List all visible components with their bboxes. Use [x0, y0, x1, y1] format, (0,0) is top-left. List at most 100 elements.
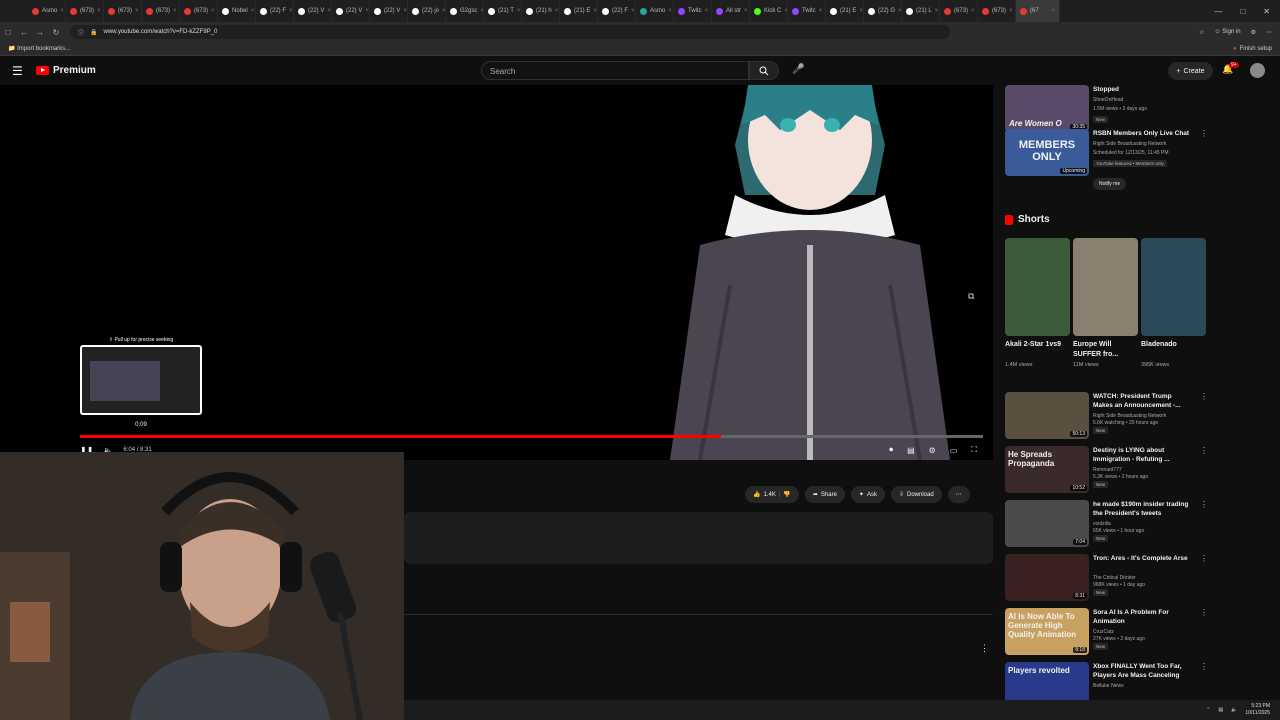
tab-close-icon[interactable]: ×: [173, 8, 177, 14]
browser-tab[interactable]: Twitc ×: [674, 0, 712, 22]
channel-name[interactable]: Right Side Broadcasting Network: [1093, 141, 1166, 147]
channel-name[interactable]: Right Side Broadcasting Network: [1093, 413, 1166, 419]
download-button[interactable]: ⇩ Download: [890, 486, 942, 503]
video-thumbnail[interactable]: Players revolted: [1005, 662, 1089, 700]
more-options-icon[interactable]: ⋮: [1200, 129, 1208, 138]
short-title[interactable]: Akali 2-Star 1vs9: [1005, 340, 1070, 360]
browser-menu-icon[interactable]: ⋯: [1266, 29, 1272, 36]
browser-tab[interactable]: (22) V ×: [332, 0, 370, 22]
short-item[interactable]: Bladenado 395K views: [1141, 238, 1206, 368]
url-field[interactable]: ⓘ 🔒 www.youtube.com/watch?v=FD-kZZF9P_0: [70, 25, 950, 39]
captions-icon[interactable]: ▤: [907, 446, 915, 455]
tab-close-icon[interactable]: ×: [668, 8, 672, 14]
more-options-icon[interactable]: ⋮: [1200, 392, 1208, 401]
share-button[interactable]: ➦ Share: [804, 486, 845, 503]
tab-close-icon[interactable]: ×: [898, 8, 901, 14]
browser-tab[interactable]: (673) ×: [940, 0, 978, 22]
tab-close-icon[interactable]: ×: [971, 8, 975, 14]
more-options-icon[interactable]: ⋮: [1200, 446, 1208, 455]
tab-close-icon[interactable]: ×: [403, 8, 407, 14]
recommendation-item[interactable]: 8:31 Tron: Ares - It's Complete Arse The C…: [1005, 554, 1210, 608]
browser-tab[interactable]: (21) L ×: [902, 0, 940, 22]
tab-close-icon[interactable]: ×: [744, 8, 748, 14]
more-options-icon[interactable]: ⋮: [1200, 608, 1208, 617]
ask-button[interactable]: ✦ Ask: [850, 486, 885, 503]
browser-tab[interactable]: (67 ×: [1016, 0, 1060, 22]
tab-close-icon[interactable]: ×: [859, 8, 863, 14]
browser-tab[interactable]: (22) F ×: [598, 0, 636, 22]
tab-close-icon[interactable]: ×: [593, 8, 597, 14]
autoplay-toggle[interactable]: ⏺: [889, 445, 893, 455]
recommendation-item[interactable]: AI Is Now Able To Generate High Quality …: [1005, 608, 1210, 662]
more-options-icon[interactable]: ⋮: [1200, 500, 1208, 509]
browser-tab[interactable]: (22) F ×: [256, 0, 294, 22]
short-title[interactable]: Europe Will SUFFER fro...: [1073, 340, 1138, 360]
theater-mode-icon[interactable]: ▭: [950, 446, 958, 455]
tab-close-icon[interactable]: ×: [442, 8, 445, 14]
browser-tab[interactable]: (21) E ×: [560, 0, 598, 22]
tab-close-icon[interactable]: ×: [631, 8, 635, 14]
browser-tab[interactable]: (673) ×: [180, 0, 218, 22]
video-thumbnail[interactable]: 7:04: [1005, 500, 1089, 547]
close-icon[interactable]: ✕: [1263, 7, 1270, 16]
short-thumbnail[interactable]: [1141, 238, 1206, 336]
video-title[interactable]: RSBN Members Only Live Chat: [1093, 129, 1193, 138]
browser-tab[interactable]: Twitc ×: [788, 0, 826, 22]
microphone-icon[interactable]: 🎤: [792, 64, 804, 75]
tab-close-icon[interactable]: ×: [211, 8, 215, 14]
network-icon[interactable]: ▤: [1218, 707, 1223, 713]
notify-me-button[interactable]: Notify me: [1093, 178, 1127, 190]
description-box[interactable]: [404, 512, 993, 564]
more-actions-button[interactable]: ⋯: [947, 486, 970, 503]
tab-close-icon[interactable]: ×: [135, 8, 139, 14]
comment-more-icon[interactable]: ⋮: [980, 643, 989, 654]
finish-setup-button[interactable]: ● Finish setup: [1233, 46, 1280, 52]
browser-tab[interactable]: G2gsc ×: [446, 0, 484, 22]
recommendation-item[interactable]: He Spreads Propaganda 10:52 Destiny is LYI…: [1005, 446, 1210, 500]
extensions-icon[interactable]: ⚙: [1251, 29, 1256, 36]
browser-tab[interactable]: (673) ×: [978, 0, 1016, 22]
video-thumbnail[interactable]: He Spreads Propaganda 10:52: [1005, 446, 1089, 493]
video-title[interactable]: WATCH: President Trump Makes an Announce…: [1093, 392, 1193, 410]
short-thumbnail[interactable]: [1005, 238, 1070, 336]
tab-close-icon[interactable]: ×: [517, 8, 521, 14]
channel-name[interactable]: Bellular News: [1093, 683, 1124, 689]
browser-tab[interactable]: Kick C ×: [750, 0, 788, 22]
tab-close-icon[interactable]: ×: [1009, 8, 1013, 14]
video-title[interactable]: Tron: Ares - It's Complete Arse: [1093, 554, 1193, 563]
browser-tab[interactable]: (673) ×: [104, 0, 142, 22]
youtube-premium-logo[interactable]: Premium: [36, 65, 96, 76]
miniplayer-icon[interactable]: ⧉: [968, 291, 974, 302]
video-thumbnail[interactable]: MEMBERS ONLY Upcoming: [1005, 129, 1089, 176]
browser-tab[interactable]: Asmo ×: [28, 0, 66, 22]
browser-tab[interactable]: (22) V ×: [294, 0, 332, 22]
browser-tab[interactable]: (673) ×: [142, 0, 180, 22]
minimize-icon[interactable]: —: [1214, 7, 1222, 16]
short-item[interactable]: Europe Will SUFFER fro... 11M views: [1073, 238, 1138, 368]
browser-tab[interactable]: Nobel ×: [218, 0, 256, 22]
search-button[interactable]: [749, 61, 779, 80]
channel-name[interactable]: Remnant777: [1093, 467, 1122, 473]
maximize-icon[interactable]: □: [1240, 7, 1245, 16]
hamburger-menu-icon[interactable]: ☰: [12, 64, 23, 78]
video-thumbnail[interactable]: 50:13: [1005, 392, 1089, 439]
browser-tab[interactable]: (22) jo ×: [408, 0, 446, 22]
create-button[interactable]: + Create: [1168, 62, 1213, 80]
browser-tab[interactable]: Asmo ×: [636, 0, 674, 22]
video-title[interactable]: Sora AI Is A Problem For Animation: [1093, 608, 1193, 626]
short-thumbnail[interactable]: [1073, 238, 1138, 336]
short-title[interactable]: Bladenado: [1141, 340, 1206, 360]
channel-name[interactable]: CruzCatz: [1093, 629, 1114, 635]
browser-tab[interactable]: (21) E ×: [826, 0, 864, 22]
tab-close-icon[interactable]: ×: [60, 8, 64, 14]
tab-close-icon[interactable]: ×: [935, 8, 939, 14]
tab-close-icon[interactable]: ×: [97, 8, 101, 14]
tab-close-icon[interactable]: ×: [555, 8, 559, 14]
browser-tab[interactable]: (21) T ×: [484, 0, 522, 22]
back-icon[interactable]: ←: [16, 28, 32, 37]
system-clock[interactable]: 5:23 PM 10/11/2025: [1245, 703, 1270, 717]
video-title[interactable]: he made $190m insider trading the Presid…: [1093, 500, 1193, 518]
more-options-icon[interactable]: ⋮: [1200, 554, 1208, 563]
video-thumbnail[interactable]: AI Is Now Able To Generate High Quality …: [1005, 608, 1089, 655]
video-title[interactable]: Xbox FINALLY Went Too Far, Players Are M…: [1093, 662, 1193, 680]
